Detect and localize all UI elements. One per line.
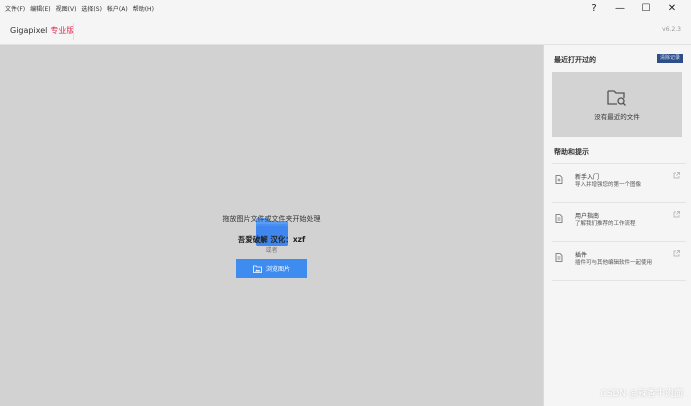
help-item-getting-started[interactable]: 新手入门 导入并增强您的第一个图像 xyxy=(552,163,686,202)
recent-files-panel: 没有最近的文件 xyxy=(552,72,682,137)
browse-images-button[interactable]: 浏览图片 xyxy=(236,259,307,278)
minimize-button[interactable]: — xyxy=(607,3,633,14)
help-item-title: 插件 xyxy=(575,252,588,259)
help-item-desc: 导入并增强您的第一个图像 xyxy=(575,182,642,188)
external-link-icon xyxy=(673,172,680,179)
help-list-divider xyxy=(552,280,686,281)
help-item-title: 用户指南 xyxy=(575,213,600,220)
app-header: Gigapixel 专业版 v6.2.3 xyxy=(0,17,691,45)
drop-instruction: 拖放图片文件或文件夹开始处理 xyxy=(222,215,321,223)
header-divider xyxy=(73,23,74,40)
credit-text: 吾爱破解 汉化：xzf xyxy=(237,235,306,244)
folder-search-icon xyxy=(607,89,626,106)
external-link-icon xyxy=(673,211,680,218)
help-title: 帮助和提示 xyxy=(554,148,589,156)
help-item-plugins[interactable]: 插件 插件可与其他编辑软件一起使用 xyxy=(552,241,686,280)
app-window: 文件(F) 编辑(E) 视图(V) 选择(S) 帐户(A) 帮助(H) ? — … xyxy=(0,0,691,406)
brand-edition: 专业版 xyxy=(50,26,75,35)
document-icon xyxy=(555,253,563,262)
sidebar: 最近打开过的 清除记录 没有最近的文件 帮助和提示 新手入门 导入并增强您的第一… xyxy=(543,45,691,406)
help-item-title: 新手入门 xyxy=(575,174,600,181)
help-item-user-guide[interactable]: 用户指南 了解我们推荐的工作流程 xyxy=(552,202,686,241)
help-item-desc: 插件可与其他编辑软件一起使用 xyxy=(575,260,653,266)
close-button[interactable]: ✕ xyxy=(659,3,685,14)
help-button[interactable]: ? xyxy=(581,3,607,14)
clear-recent-button[interactable]: 清除记录 xyxy=(657,54,683,63)
document-icon xyxy=(555,175,563,184)
menu-account[interactable]: 帐户(A) xyxy=(107,4,128,13)
help-item-desc: 了解我们推荐的工作流程 xyxy=(575,221,636,227)
menu-help[interactable]: 帮助(H) xyxy=(133,4,154,13)
watermark-text: CSDN @辣香牛肉面 xyxy=(600,389,683,399)
drop-zone[interactable] xyxy=(0,45,543,406)
recent-title: 最近打开过的 xyxy=(554,56,596,64)
version-label: v6.2.3 xyxy=(662,26,681,33)
menu-view[interactable]: 视图(V) xyxy=(56,4,77,13)
or-text: 或者 xyxy=(265,247,278,254)
window-controls: ? — ☐ ✕ xyxy=(581,0,685,17)
browse-images-label: 浏览图片 xyxy=(265,266,290,273)
document-icon xyxy=(555,214,563,223)
external-link-icon xyxy=(673,250,680,257)
brand-name: Gigapixel xyxy=(10,26,48,35)
menu-file[interactable]: 文件(F) xyxy=(5,4,25,13)
image-folder-icon xyxy=(253,265,262,273)
maximize-button[interactable]: ☐ xyxy=(633,3,659,14)
menu-select[interactable]: 选择(S) xyxy=(81,4,102,13)
brand-logo: Gigapixel 专业版 xyxy=(10,25,74,36)
menu-edit[interactable]: 编辑(E) xyxy=(30,4,50,13)
no-recent-files-text: 没有最近的文件 xyxy=(594,112,640,121)
